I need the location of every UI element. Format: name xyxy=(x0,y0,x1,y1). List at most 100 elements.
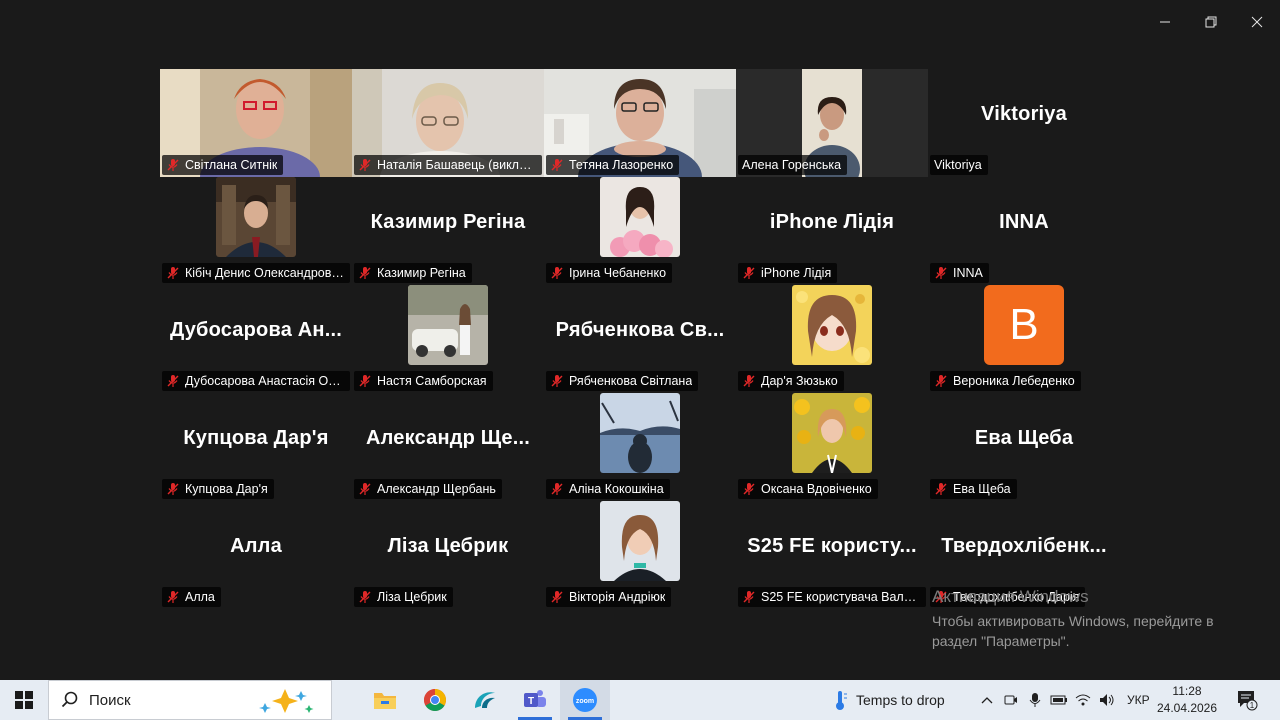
muted-mic-icon xyxy=(359,591,371,603)
participant-namecard: iPhone Лідія xyxy=(769,211,895,233)
participant-name: Тетяна Лазоренко xyxy=(569,158,674,172)
language-indicator[interactable]: УКР xyxy=(1127,693,1150,707)
participant-name: Ірина Чебаненко xyxy=(569,266,667,280)
participant-tile[interactable]: Александр Ще... Александр Щербань xyxy=(352,393,544,501)
participant-tile[interactable]: INNA INNA xyxy=(928,177,1120,285)
participant-tile[interactable]: Казимир Регіна Казимир Регіна xyxy=(352,177,544,285)
participant-avatar xyxy=(792,393,872,473)
windows-logo-icon xyxy=(15,691,33,709)
participant-namecard: Александр Ще... xyxy=(366,427,530,449)
participant-name: Казимир Регіна xyxy=(377,266,466,280)
participant-name-label: Аліна Кокошкіна xyxy=(546,479,670,499)
participant-name: Наталія Башавець (виклада... xyxy=(377,158,536,172)
participant-tile[interactable]: Дубосарова Ан... Дубосарова Анастасія Оле… xyxy=(160,285,352,393)
muted-mic-icon xyxy=(359,159,371,171)
participant-name-label: Казимир Регіна xyxy=(354,263,472,283)
participant-tile[interactable]: Світлана Ситнік xyxy=(160,69,352,177)
participant-namecard: S25 FE користу... xyxy=(747,535,917,557)
tray-mic-button[interactable] xyxy=(1023,680,1047,720)
participant-tile[interactable]: Наталія Башавець (виклада... xyxy=(352,69,544,177)
participant-tile[interactable]: Алла Алла xyxy=(160,501,352,609)
participant-tile[interactable]: Ірина Чебаненко xyxy=(544,177,736,285)
participant-tile[interactable]: Ева Щеба Ева Щеба xyxy=(928,393,1120,501)
notification-icon: 1 xyxy=(1238,691,1258,711)
participant-namecard: Ліза Цебрик xyxy=(387,535,509,557)
start-button[interactable] xyxy=(0,680,48,720)
participant-name-label: Кібіч Денис Олександрович xyxy=(162,263,350,283)
participant-name: Вікторія Андріюк xyxy=(569,590,666,604)
participant-name-label: Ірина Чебаненко xyxy=(546,263,673,283)
participant-name: iPhone Лідія xyxy=(761,266,832,280)
activation-title: Активация Windows xyxy=(932,587,1089,606)
tray-expand-button[interactable] xyxy=(975,680,999,720)
participant-tile[interactable]: B Вероника Лебеденко xyxy=(928,285,1120,393)
muted-mic-icon xyxy=(167,483,179,495)
participant-name-label: Ліза Цебрик xyxy=(354,587,453,607)
participant-avatar xyxy=(600,393,680,473)
participant-tile[interactable]: Ліза Цебрик Ліза Цебрик xyxy=(352,501,544,609)
restore-button[interactable] xyxy=(1188,0,1234,44)
chrome-app[interactable] xyxy=(410,680,460,720)
muted-mic-icon xyxy=(935,483,947,495)
participant-namecard: Дубосарова Ан... xyxy=(170,319,342,341)
notifications-button[interactable]: 1 xyxy=(1236,688,1258,717)
muted-mic-icon xyxy=(743,267,755,279)
zoom-meeting-window: Світлана Ситнік Наталія Башавець (виклада… xyxy=(0,0,1280,720)
teams-app[interactable]: T xyxy=(510,680,560,720)
tray-battery-button[interactable] xyxy=(1047,680,1071,720)
weather-widget[interactable]: Temps to drop xyxy=(832,680,945,720)
participant-tile[interactable]: Вікторія Андріюк xyxy=(544,501,736,609)
participant-tile[interactable]: Купцова Дар'я Купцова Дар'я xyxy=(160,393,352,501)
participant-tile[interactable]: iPhone Лідія iPhone Лідія xyxy=(736,177,928,285)
participant-tile[interactable]: S25 FE користу... S25 FE користувача Вале… xyxy=(736,501,928,609)
file-explorer-app[interactable] xyxy=(360,680,410,720)
muted-mic-icon xyxy=(551,591,563,603)
participant-tile[interactable]: Тетяна Лазоренко xyxy=(544,69,736,177)
tray-meet-button[interactable] xyxy=(999,680,1023,720)
participant-tile[interactable]: Оксана Вдовіченко xyxy=(736,393,928,501)
participant-name-label: Світлана Ситнік xyxy=(162,155,284,175)
tray-wifi-button[interactable] xyxy=(1071,680,1095,720)
battery-icon xyxy=(1050,695,1067,705)
muted-mic-icon xyxy=(551,159,563,171)
muted-mic-icon xyxy=(743,375,755,387)
participant-avatar: B xyxy=(984,285,1064,365)
teal-app[interactable] xyxy=(460,680,510,720)
participant-avatar xyxy=(600,501,680,581)
taskbar-search[interactable]: Поиск xyxy=(48,680,332,720)
participant-namecard: Рябченкова Св... xyxy=(555,319,725,341)
participant-name: Світлана Ситнік xyxy=(185,158,278,172)
notification-count: 1 xyxy=(1250,701,1255,710)
muted-mic-icon xyxy=(935,375,947,387)
window-controls xyxy=(1142,0,1280,44)
microphone-icon xyxy=(1029,693,1041,707)
participant-tile[interactable]: Аліна Кокошкіна xyxy=(544,393,736,501)
activation-message-2: раздел "Параметры". xyxy=(932,633,1070,649)
chevron-up-icon xyxy=(981,697,993,704)
participant-name: Ліза Цебрик xyxy=(377,590,447,604)
wifi-icon xyxy=(1075,694,1091,706)
participant-tile[interactable]: Рябченкова Св... Рябченкова Світлана xyxy=(544,285,736,393)
minimize-button[interactable] xyxy=(1142,0,1188,44)
participant-tile[interactable]: Алена Горенська xyxy=(736,69,928,177)
participant-tile[interactable]: Кібіч Денис Олександрович xyxy=(160,177,352,285)
search-highlight-icon xyxy=(259,689,314,713)
zoom-app[interactable]: zoom xyxy=(560,680,610,720)
participant-name: S25 FE користувача Валерий xyxy=(761,590,920,604)
participant-tile[interactable]: Дар'я Зюзько xyxy=(736,285,928,393)
participant-name: Алена Горенська xyxy=(742,158,842,172)
muted-mic-icon xyxy=(359,375,371,387)
participant-namecard: Купцова Дар'я xyxy=(183,427,329,449)
close-button[interactable] xyxy=(1234,0,1280,44)
muted-mic-icon xyxy=(743,483,755,495)
participant-tile[interactable]: Viktoriya Viktoriya xyxy=(928,69,1120,177)
search-icon xyxy=(61,691,78,708)
tray-volume-button[interactable] xyxy=(1095,680,1119,720)
participant-name-label: Вікторія Андріюк xyxy=(546,587,672,607)
taskbar-clock[interactable]: 11:28 24.04.2026 xyxy=(1156,683,1218,717)
participant-name: Кібіч Денис Олександрович xyxy=(185,266,344,280)
participant-name: Аліна Кокошкіна xyxy=(569,482,664,496)
participant-tile[interactable]: Настя Самборская xyxy=(352,285,544,393)
participant-name-label: S25 FE користувача Валерий xyxy=(738,587,926,607)
participant-namecard: Твердохлібенк... xyxy=(941,535,1107,557)
